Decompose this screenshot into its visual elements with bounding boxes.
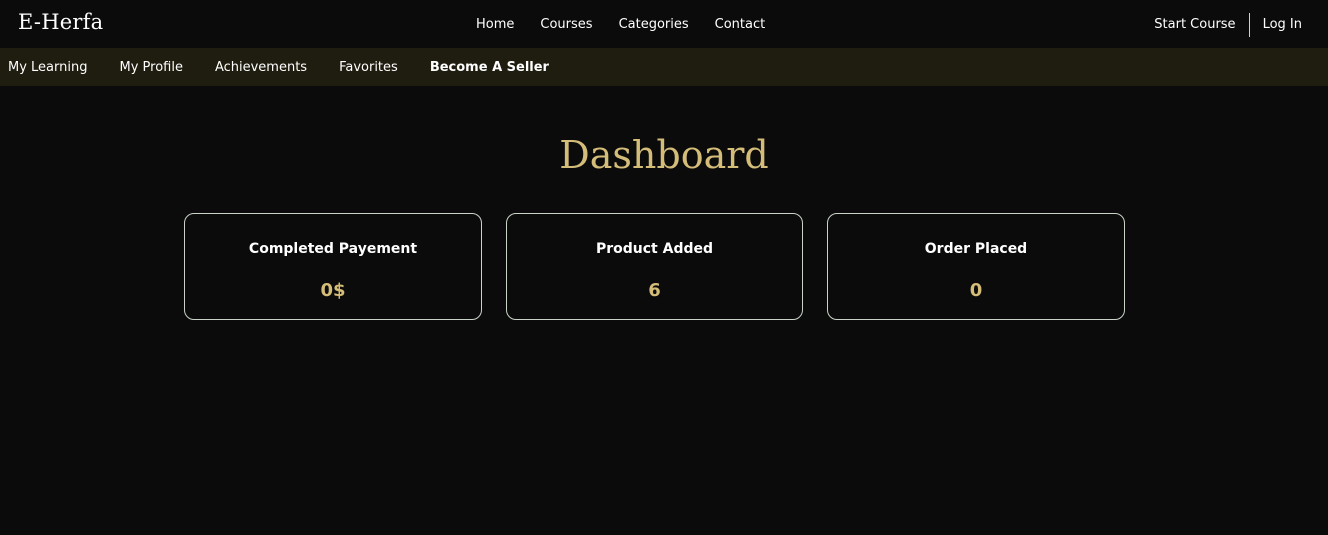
site-logo[interactable]: E-Herfa — [18, 10, 103, 34]
nav-home-link[interactable]: Home — [476, 17, 514, 33]
nav-categories-link[interactable]: Categories — [619, 17, 689, 33]
stat-label: Order Placed — [924, 241, 1028, 257]
subnav-my-learning[interactable]: My Learning — [8, 60, 87, 75]
subnav-my-profile[interactable]: My Profile — [119, 60, 182, 75]
subnav-become-a-seller[interactable]: Become A Seller — [430, 60, 549, 75]
nav-courses-link[interactable]: Courses — [540, 17, 592, 33]
nav-contact-link[interactable]: Contact — [715, 17, 766, 33]
auth-links: Start Course Log In — [1154, 13, 1302, 37]
subnav-favorites[interactable]: Favorites — [339, 60, 398, 75]
stat-card-product-added: Product Added 6 — [506, 213, 803, 320]
top-navbar: E-Herfa Home Courses Categories Contact … — [0, 0, 1328, 48]
dashboard-subnav: My Learning My Profile Achievements Favo… — [0, 48, 1328, 86]
stat-card-order-placed: Order Placed 0 — [827, 213, 1125, 320]
stat-value: 0 — [969, 280, 983, 301]
page-title: Dashboard — [559, 133, 769, 177]
stat-value: 0$ — [320, 280, 346, 301]
stat-value: 6 — [648, 280, 661, 301]
subnav-achievements[interactable]: Achievements — [215, 60, 307, 75]
stat-label: Completed Payement — [248, 241, 418, 257]
main-nav: Home Courses Categories Contact — [476, 17, 765, 33]
auth-divider — [1248, 13, 1250, 37]
login-link[interactable]: Log In — [1263, 17, 1302, 33]
start-course-link[interactable]: Start Course — [1154, 17, 1235, 33]
stat-card-completed-payment: Completed Payement 0$ — [184, 213, 482, 320]
stat-label: Product Added — [595, 241, 714, 257]
